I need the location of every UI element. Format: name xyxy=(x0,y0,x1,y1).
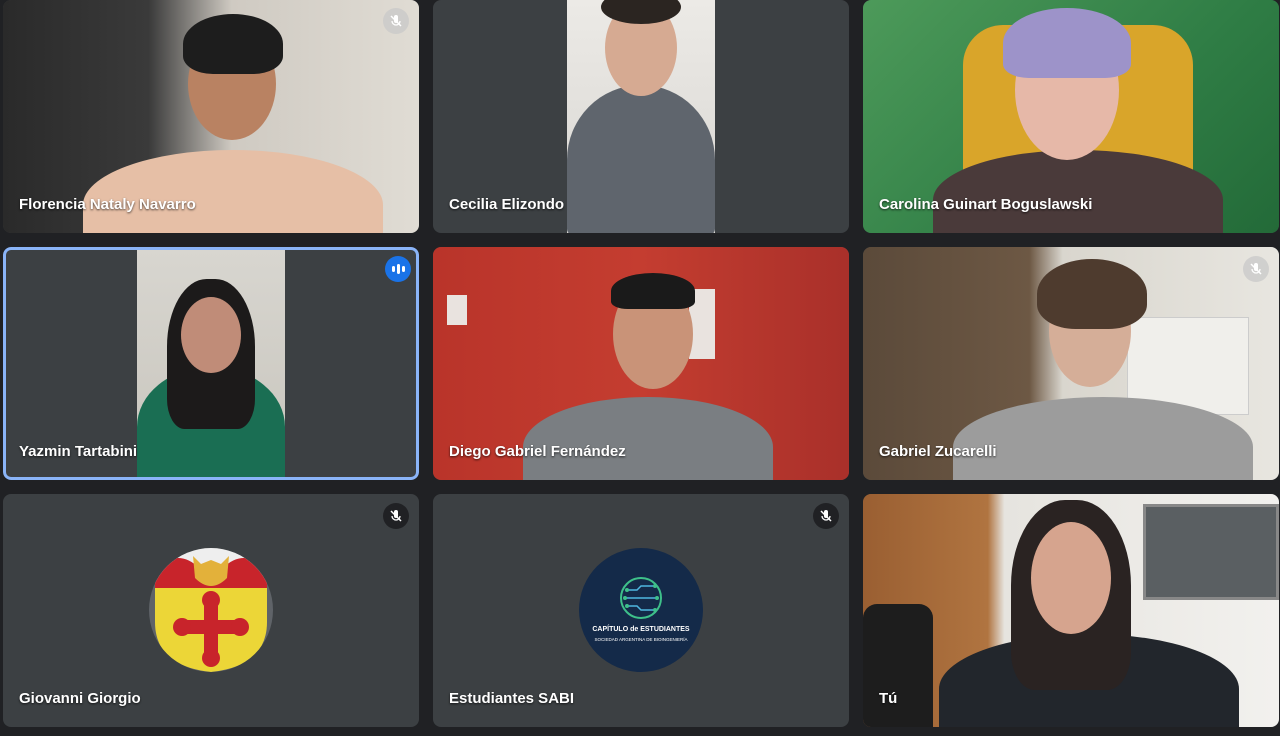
participant-name: Cecilia Elizondo xyxy=(449,196,565,213)
mic-off-icon xyxy=(1243,256,1269,282)
mic-off-icon xyxy=(813,503,839,529)
participant-name: Gabriel Zucarelli xyxy=(879,443,997,460)
participant-name: Florencia Nataly Navarro xyxy=(19,196,196,213)
participant-name: Estudiantes SABI xyxy=(449,690,575,707)
participant-video xyxy=(863,494,1279,727)
logo-subtitle: SOCIEDAD ARGENTINA DE BIOINGENIERÍA xyxy=(594,637,688,642)
participant-tile[interactable]: Florencia Nataly Navarro xyxy=(3,0,419,233)
participant-name: Tú xyxy=(879,690,898,707)
mic-off-icon xyxy=(383,8,409,34)
mic-off-icon xyxy=(383,503,409,529)
participant-name: Giovanni Giorgio xyxy=(19,690,141,707)
video-feed xyxy=(567,0,715,233)
participant-tile[interactable]: Yazmin Tartabini xyxy=(3,247,419,480)
participant-tile[interactable]: Cecilia Elizondo xyxy=(433,0,849,233)
participant-tile[interactable]: Tú xyxy=(863,494,1279,727)
participant-tile[interactable]: Carolina Guinart Boguslawski xyxy=(863,0,1279,233)
participant-tile[interactable]: Gabriel Zucarelli xyxy=(863,247,1279,480)
meeting-grid: Florencia Nataly Navarro Cecilia Elizond… xyxy=(0,0,1280,736)
participant-name: Carolina Guinart Boguslawski xyxy=(879,196,1093,213)
participant-tile[interactable]: Giovanni Giorgio xyxy=(3,494,419,727)
participant-tile[interactable]: CAPÍTULO de ESTUDIANTES SOCIEDAD ARGENTI… xyxy=(433,494,849,727)
speaking-indicator-icon xyxy=(385,256,411,282)
logo-title: CAPÍTULO de ESTUDIANTES xyxy=(592,626,690,633)
video-feed xyxy=(137,247,285,480)
shield-avatar xyxy=(149,548,273,672)
logo-avatar: CAPÍTULO de ESTUDIANTES SOCIEDAD ARGENTI… xyxy=(579,548,703,672)
participant-name: Yazmin Tartabini xyxy=(19,443,138,460)
participant-name: Diego Gabriel Fernández xyxy=(449,443,626,460)
participant-tile[interactable]: Diego Gabriel Fernández xyxy=(433,247,849,480)
